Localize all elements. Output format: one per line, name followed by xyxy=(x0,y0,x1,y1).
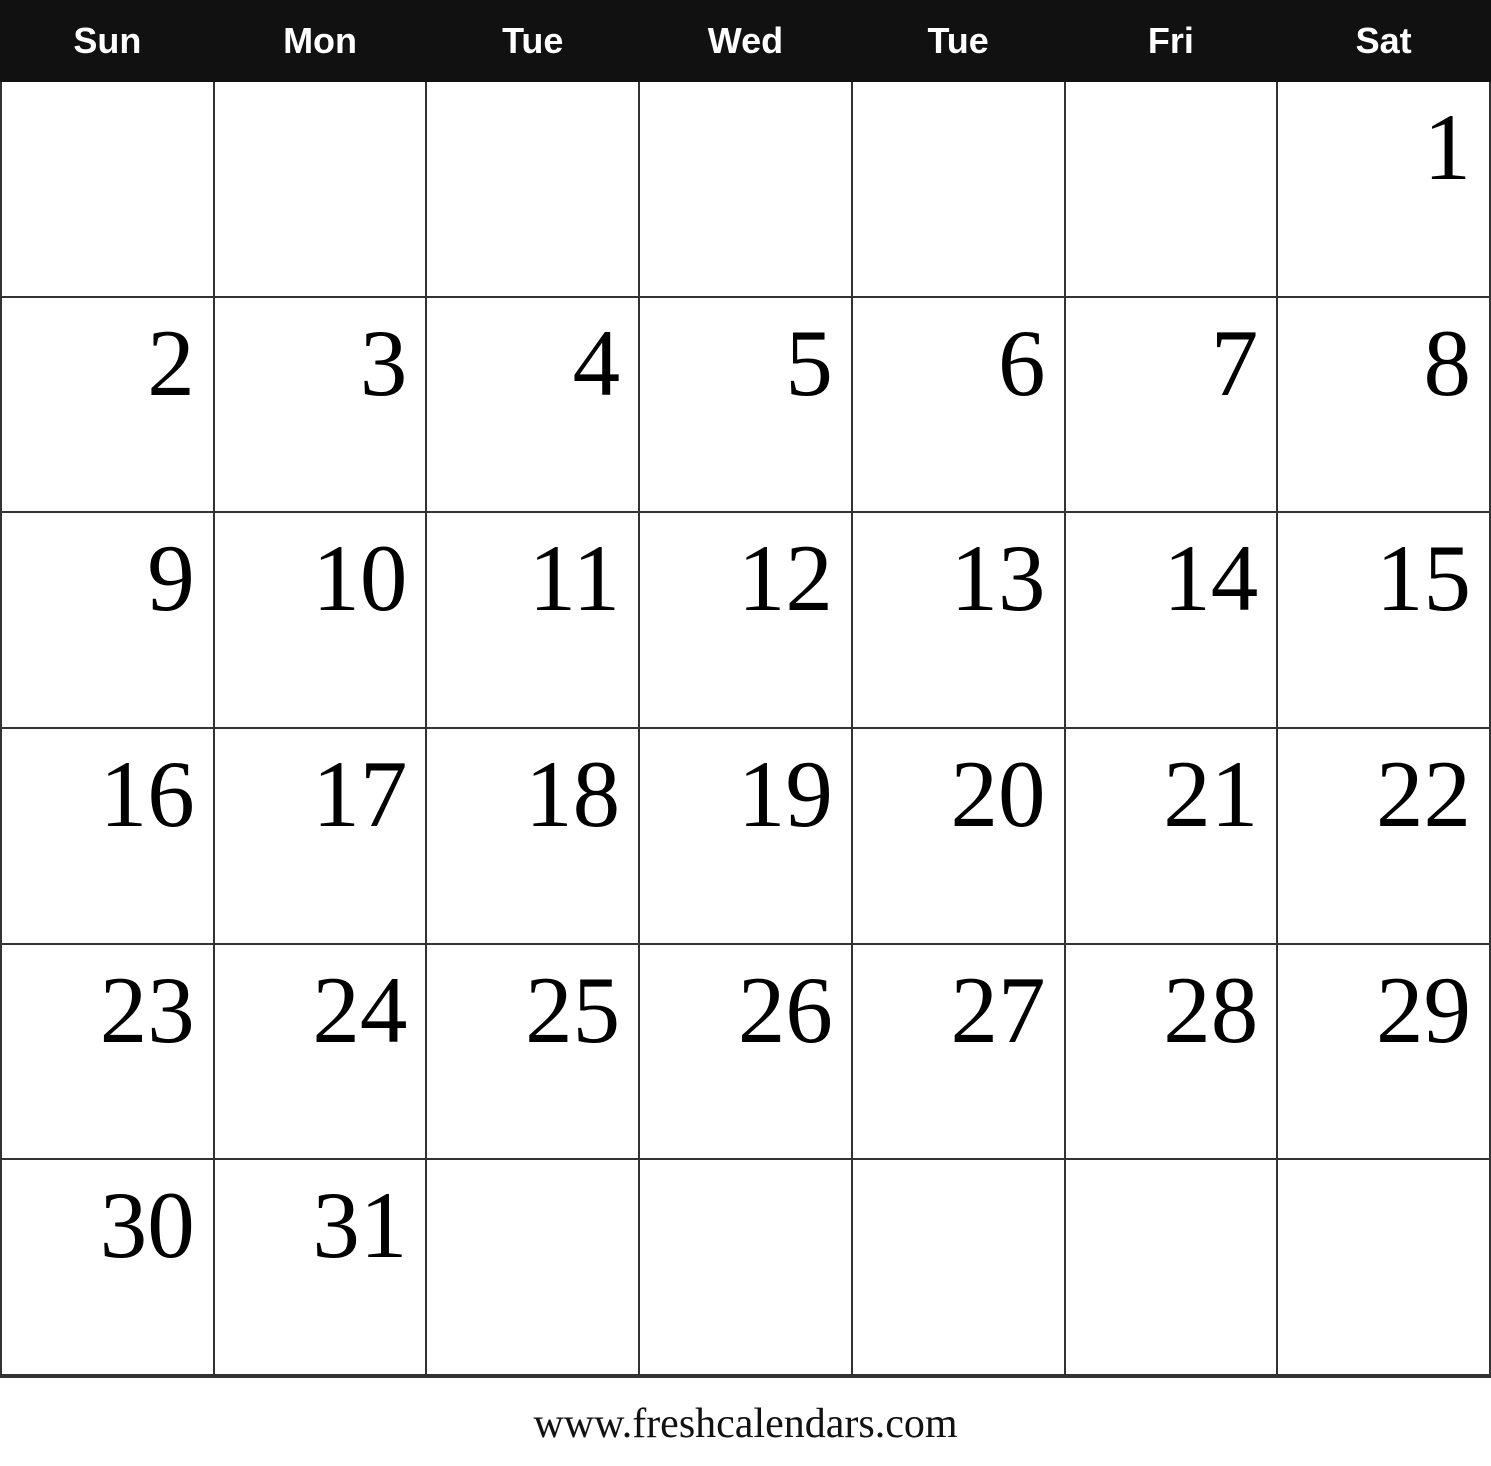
day-cell-10: 10 xyxy=(214,512,427,728)
day-cell-29: 29 xyxy=(1277,944,1490,1160)
day-cell-19: 19 xyxy=(639,728,852,944)
empty-cell xyxy=(1277,1159,1490,1375)
calendar-row: 23242526272829 xyxy=(1,944,1490,1160)
day-cell-22: 22 xyxy=(1277,728,1490,944)
day-cell-3: 3 xyxy=(214,297,427,513)
day-cell-20: 20 xyxy=(852,728,1065,944)
day-cell-18: 18 xyxy=(426,728,639,944)
calendar-wrapper: SunMonTueWedTueFriSat 123456789101112131… xyxy=(0,0,1491,1466)
calendar-table: SunMonTueWedTueFriSat 123456789101112131… xyxy=(0,0,1491,1376)
calendar-row: 2345678 xyxy=(1,297,1490,513)
header-cell-mon: Mon xyxy=(214,1,427,81)
header-cell-wed: Wed xyxy=(639,1,852,81)
header-cell-sat: Sat xyxy=(1277,1,1490,81)
day-cell-28: 28 xyxy=(1065,944,1278,1160)
empty-cell xyxy=(1,81,214,297)
day-cell-26: 26 xyxy=(639,944,852,1160)
day-cell-15: 15 xyxy=(1277,512,1490,728)
empty-cell xyxy=(426,1159,639,1375)
day-cell-14: 14 xyxy=(1065,512,1278,728)
header-cell-sun: Sun xyxy=(1,1,214,81)
header-cell-fri: Fri xyxy=(1065,1,1278,81)
day-cell-16: 16 xyxy=(1,728,214,944)
empty-cell xyxy=(214,81,427,297)
day-cell-31: 31 xyxy=(214,1159,427,1375)
day-cell-2: 2 xyxy=(1,297,214,513)
empty-cell xyxy=(852,1159,1065,1375)
empty-cell xyxy=(1065,1159,1278,1375)
day-cell-1: 1 xyxy=(1277,81,1490,297)
day-cell-27: 27 xyxy=(852,944,1065,1160)
day-cell-23: 23 xyxy=(1,944,214,1160)
empty-cell xyxy=(852,81,1065,297)
day-cell-8: 8 xyxy=(1277,297,1490,513)
calendar-row: 1 xyxy=(1,81,1490,297)
empty-cell xyxy=(639,81,852,297)
day-cell-9: 9 xyxy=(1,512,214,728)
empty-cell xyxy=(1065,81,1278,297)
day-cell-30: 30 xyxy=(1,1159,214,1375)
calendar-row: 3031 xyxy=(1,1159,1490,1375)
day-cell-6: 6 xyxy=(852,297,1065,513)
day-cell-13: 13 xyxy=(852,512,1065,728)
day-cell-5: 5 xyxy=(639,297,852,513)
footer-url: www.freshcalendars.com xyxy=(0,1376,1491,1466)
day-cell-12: 12 xyxy=(639,512,852,728)
calendar-row: 9101112131415 xyxy=(1,512,1490,728)
header-cell-tue: Tue xyxy=(852,1,1065,81)
day-cell-11: 11 xyxy=(426,512,639,728)
day-cell-4: 4 xyxy=(426,297,639,513)
day-cell-17: 17 xyxy=(214,728,427,944)
header-row: SunMonTueWedTueFriSat xyxy=(1,1,1490,81)
header-cell-tue: Tue xyxy=(426,1,639,81)
empty-cell xyxy=(426,81,639,297)
day-cell-21: 21 xyxy=(1065,728,1278,944)
calendar-row: 16171819202122 xyxy=(1,728,1490,944)
day-cell-7: 7 xyxy=(1065,297,1278,513)
day-cell-24: 24 xyxy=(214,944,427,1160)
empty-cell xyxy=(639,1159,852,1375)
day-cell-25: 25 xyxy=(426,944,639,1160)
calendar-body: 1234567891011121314151617181920212223242… xyxy=(1,81,1490,1375)
